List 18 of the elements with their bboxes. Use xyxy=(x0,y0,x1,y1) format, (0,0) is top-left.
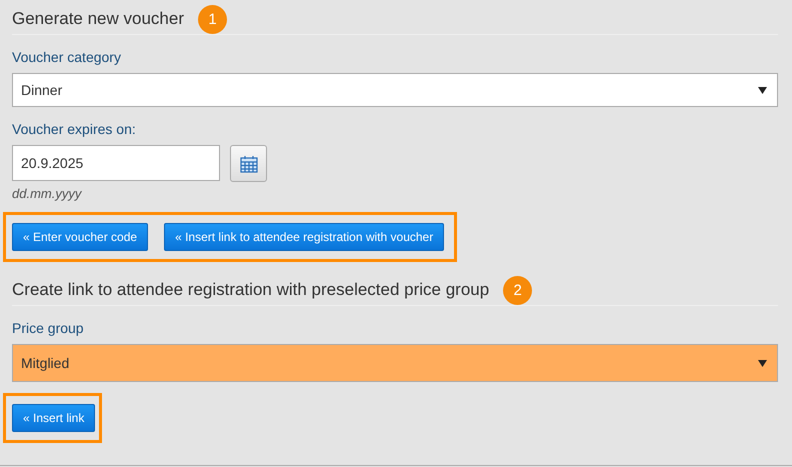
action-button[interactable]: « Insert link xyxy=(12,404,96,432)
field-label: Voucher category xyxy=(12,49,122,65)
calendar-icon xyxy=(238,154,258,174)
caret-icon xyxy=(758,360,767,366)
step-badge: 2 xyxy=(503,276,532,304)
action-button[interactable]: « Insert link to attendee registration with voucher xyxy=(164,223,444,251)
calendar-button[interactable] xyxy=(230,145,267,182)
caret-icon xyxy=(758,86,767,94)
step-badge: 1 xyxy=(198,4,227,34)
section-heading: Generate new voucher xyxy=(12,9,184,29)
date-field[interactable]: 20.9.2025 xyxy=(12,145,220,181)
field-label: Voucher expires on: xyxy=(12,121,137,137)
field-label: Price group xyxy=(12,320,85,336)
dropdown-field[interactable]: Dinner xyxy=(12,73,778,107)
section-heading: Create link to attendee registration with preselected price group xyxy=(12,280,490,300)
dropdown-field[interactable]: Mitglied xyxy=(12,344,778,382)
date-format-hint: dd.mm.yyyy xyxy=(12,186,83,201)
action-button[interactable]: « Enter voucher code xyxy=(12,223,148,251)
